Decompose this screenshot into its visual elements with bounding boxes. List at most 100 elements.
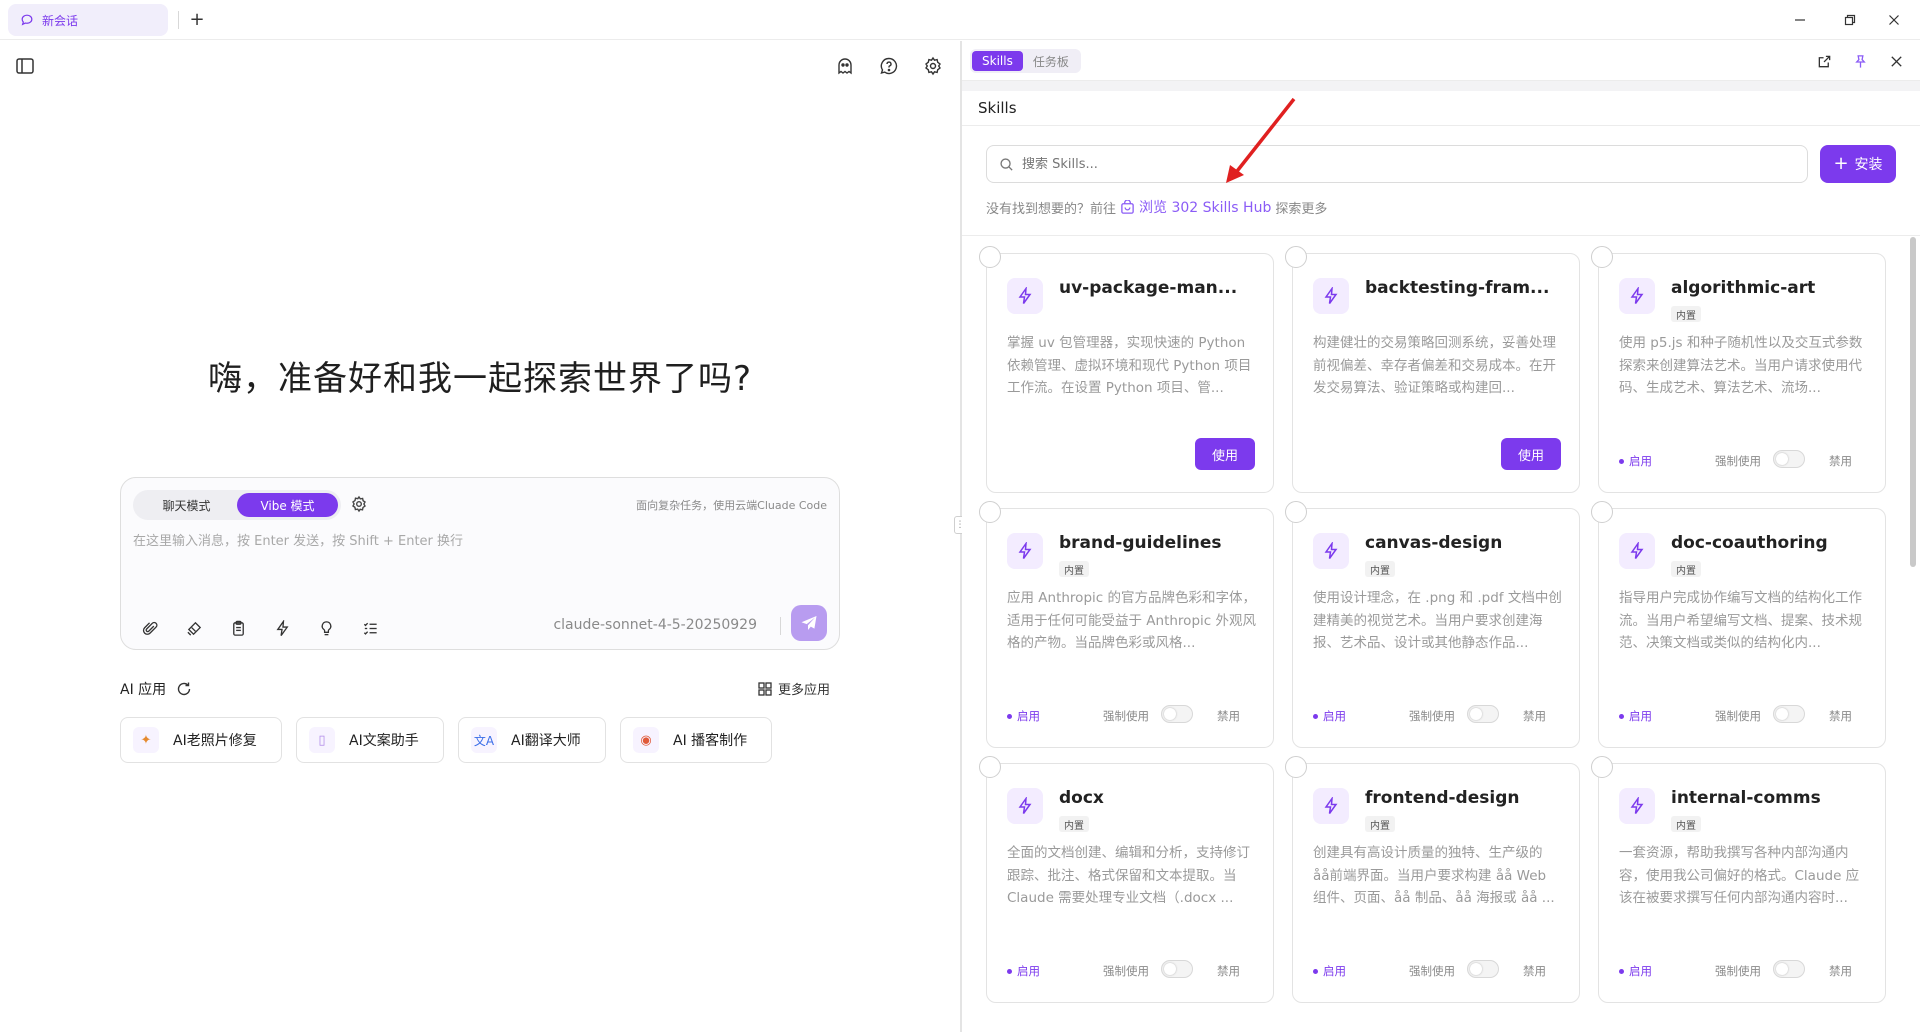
more-apps-link[interactable]: 更多应用 [758,679,830,698]
app-copywriter[interactable]: ▯ AI文案助手 [296,717,444,763]
send-button[interactable] [791,605,827,641]
model-selector[interactable]: claude-sonnet-4-5-20250929 [553,617,757,633]
enabled-status[interactable]: 启用 [1007,963,1040,979]
vibe-mode-tab[interactable]: Vibe 模式 [237,493,338,517]
clipboard-button[interactable] [227,617,249,639]
enabled-status[interactable]: 启用 [1619,453,1652,469]
use-skill-button[interactable]: 使用 [1195,438,1255,470]
skill-icon [1619,533,1655,569]
force-toggle[interactable] [1773,705,1805,723]
skill-card[interactable]: doc-coauthoring 内置 指导用户完成协作编写文档的结构化工作流。当用户… [1591,501,1886,748]
app-translator[interactable]: 文A AI翻译大师 [458,717,606,763]
select-checkbox[interactable] [1591,501,1613,523]
app-podcast[interactable]: ◉ AI 播客制作 [620,717,772,763]
tab-new-chat[interactable]: 新会话 [8,4,168,36]
sidebar-toggle-button[interactable] [14,55,36,77]
mode-settings-button[interactable] [349,494,369,514]
skill-controls: 启用 强制使用 禁用 [1313,960,1563,980]
skill-controls: 启用 强制使用 禁用 [1619,960,1869,980]
skill-card[interactable]: docx 内置 全面的文档创建、编辑和分析，支持修订跟踪、批注、格式保留和文本提取。… [979,756,1274,1003]
tasklist-button[interactable] [359,617,381,639]
sparkle-icon: ✦ [133,727,159,753]
skill-description: 应用 Anthropic 的官方品牌色彩和字体，适用于任何可能受益于 Anthr… [1007,590,1256,651]
sidebar-icon [16,58,34,74]
select-checkbox[interactable] [1285,756,1307,778]
skill-name: docx [1059,788,1104,808]
skill-card[interactable]: backtesting-fram... 构建健壮的交易策略回测系统，妥善处理前视偏… [1285,246,1580,493]
force-toggle[interactable] [1161,960,1193,978]
lightning-icon [1324,287,1338,304]
skills-hub-link[interactable]: 浏览 302 Skills Hub [1120,197,1271,217]
enabled-status[interactable]: 启用 [1619,963,1652,979]
enabled-status[interactable]: 启用 [1313,963,1346,979]
message-input[interactable]: 在这里输入消息，按 Enter 发送，按 Shift + Enter 换行 [133,530,823,549]
disable-button[interactable]: 禁用 [1829,963,1852,979]
skill-name: backtesting-fram... [1365,278,1550,298]
ai-apps-title: AI 应用 [120,682,167,698]
install-button[interactable]: + 安装 [1820,145,1896,183]
open-external-button[interactable] [1814,51,1834,71]
mode-switch: 聊天模式 Vibe 模式 [133,490,341,520]
skills-search-input[interactable] [1022,156,1802,172]
gear-icon [352,495,366,513]
disable-button[interactable]: 禁用 [1523,963,1546,979]
skills-button[interactable] [271,617,293,639]
layers-icon [186,621,201,636]
select-checkbox[interactable] [1591,246,1613,268]
send-icon [801,616,817,630]
skill-card[interactable]: internal-comms 内置 一套资源，帮助我撰写各种内部沟通内容，使用我公司… [1591,756,1886,1003]
skill-card[interactable]: uv-package-man... 掌握 uv 包管理器，实现快速的 Python… [979,246,1274,493]
skill-card[interactable]: algorithmic-art 内置 使用 p5.js 和种子随机性以及交互式参数探… [1591,246,1886,493]
enabled-status[interactable]: 启用 [1313,708,1346,724]
disable-button[interactable]: 禁用 [1829,708,1852,724]
disable-button[interactable]: 禁用 [1217,708,1240,724]
skill-card[interactable]: canvas-design 内置 使用设计理念，在 .png 和 .pdf 文档中创… [1285,501,1580,748]
disable-button[interactable]: 禁用 [1829,453,1852,469]
skill-card[interactable]: brand-guidelines 内置 应用 Anthropic 的官方品牌色彩和字… [979,501,1274,748]
close-window-button[interactable] [1882,8,1906,32]
help-button[interactable] [876,53,902,79]
enabled-status[interactable]: 启用 [1619,708,1652,724]
select-checkbox[interactable] [1591,756,1613,778]
enabled-status[interactable]: 启用 [1007,708,1040,724]
force-toggle[interactable] [1773,960,1805,978]
force-toggle[interactable] [1161,705,1193,723]
skill-card[interactable]: frontend-design 内置 创建具有高设计质量的独特、生产级的 åå前端界… [1285,756,1580,1003]
chat-mode-tab[interactable]: 聊天模式 [136,493,237,517]
skills-search-field[interactable] [986,145,1808,183]
close-panel-button[interactable] [1886,51,1906,71]
attach-button[interactable] [139,617,161,639]
settings-button[interactable] [920,53,946,79]
tab-skills[interactable]: Skills [972,51,1023,71]
hint-suffix: 探索更多 [1275,201,1328,217]
refresh-icon[interactable] [176,681,192,697]
new-tab-button[interactable]: + [186,8,208,30]
select-checkbox[interactable] [979,756,1001,778]
tab-taskboard[interactable]: 任务板 [1023,51,1079,71]
skill-description: 使用设计理念，在 .png 和 .pdf 文档中创建精美的视觉艺术。当用户要求创… [1313,590,1562,651]
select-checkbox[interactable] [979,246,1001,268]
disable-button[interactable]: 禁用 [1523,708,1546,724]
use-skill-button[interactable]: 使用 [1501,438,1561,470]
scrollbar[interactable] [1910,237,1916,567]
chat-pane: 嗨，准备好和我一起探索世界了吗? 聊天模式 Vibe 模式 面向复杂任务，使用云… [0,41,960,1032]
pin-button[interactable] [1850,51,1870,71]
force-toggle[interactable] [1773,450,1805,468]
force-toggle[interactable] [1467,705,1499,723]
lightning-icon [1324,797,1338,814]
tools-button[interactable] [183,617,205,639]
minimize-button[interactable] [1788,8,1812,32]
select-checkbox[interactable] [1285,501,1307,523]
restore-button[interactable] [1838,8,1862,32]
select-checkbox[interactable] [979,501,1001,523]
enabled-label: 启用 [1323,709,1346,723]
select-checkbox[interactable] [1285,246,1307,268]
force-toggle[interactable] [1467,960,1499,978]
ghost-button[interactable] [832,53,858,79]
podcast-icon: ◉ [633,727,659,753]
disable-button[interactable]: 禁用 [1217,963,1240,979]
app-photo-restore[interactable]: ✦ AI老照片修复 [120,717,282,763]
idea-button[interactable] [315,617,337,639]
enabled-label: 启用 [1629,454,1652,468]
skill-name: frontend-design [1365,788,1520,808]
